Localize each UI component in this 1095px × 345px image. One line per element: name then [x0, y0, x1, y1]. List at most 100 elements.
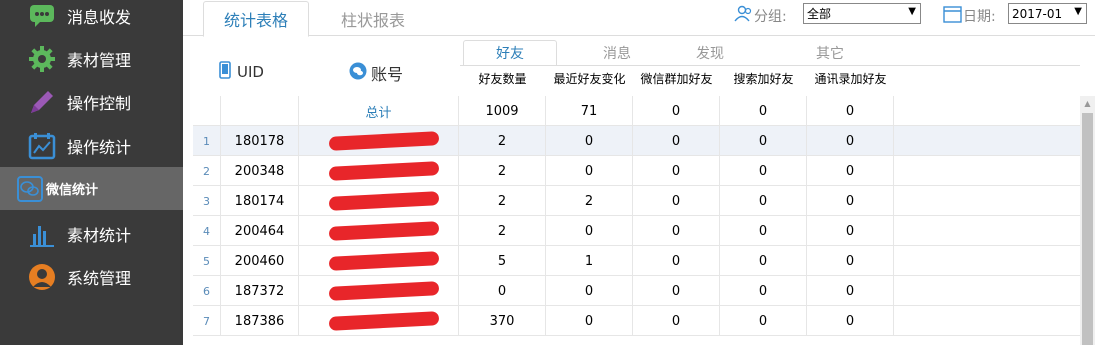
cell: 0 [633, 96, 720, 126]
subtab-discover[interactable]: 发现 [663, 40, 757, 66]
cell: 0 [807, 216, 894, 246]
wechat-icon [349, 62, 367, 84]
cell: 2 [459, 216, 546, 246]
row-uid: 200460 [221, 246, 299, 276]
column-header-contacts-add: 通讯录加好友 [814, 72, 887, 86]
chevron-down-icon: ▼ [1074, 6, 1082, 17]
date-select[interactable]: 2017-01 ▼ [1008, 3, 1087, 24]
table-row[interactable]: 1 180178 2 0 0 0 0 [193, 126, 1080, 156]
table-row[interactable]: 2 200348 2 0 0 0 0 [193, 156, 1080, 186]
subtab-other[interactable]: 其它 [783, 40, 877, 66]
row-index: 7 [193, 306, 221, 336]
scroll-up-arrow-icon[interactable]: ▲ [1080, 96, 1095, 111]
sidebar-item-messages[interactable]: 消息收发 [0, 0, 183, 37]
tab-bar-report[interactable]: 柱状报表 [323, 1, 423, 37]
group-label-text: 分组: [754, 9, 787, 25]
account-header: 账号 [349, 61, 403, 85]
row-account-redacted[interactable] [299, 156, 459, 186]
sidebar-item-label: 操作统计 [67, 137, 132, 157]
row-uid: 200348 [221, 156, 299, 186]
cell: 2 [546, 186, 633, 216]
row-account-redacted[interactable] [299, 186, 459, 216]
phone-icon [219, 61, 231, 83]
cell: 0 [720, 156, 807, 186]
redaction-mark [328, 311, 440, 331]
group-select-value: 全部 [807, 7, 832, 21]
cell: 0 [807, 306, 894, 336]
redaction-mark [328, 161, 440, 181]
group-filter-label: 分组: [734, 5, 787, 27]
cell: 5 [459, 246, 546, 276]
row-uid: 180174 [221, 186, 299, 216]
row-index: 3 [193, 186, 221, 216]
row-account-redacted[interactable] [299, 276, 459, 306]
uid-header: UID [219, 61, 264, 83]
cell: 0 [807, 126, 894, 156]
column-header-recent-change: 最近好友变化 [553, 72, 626, 86]
cell: 0 [633, 126, 720, 156]
cell: 0 [720, 306, 807, 336]
redaction-mark [328, 281, 440, 301]
scrollbar-thumb[interactable] [1082, 113, 1093, 345]
calendar-chart-icon [28, 132, 56, 160]
cell: 0 [633, 246, 720, 276]
cell: 0 [720, 96, 807, 126]
cell: 1 [546, 246, 633, 276]
sidebar: 消息收发 素材管理 操作控制 操作统计 微信统计 素材统计 系统管理 [0, 0, 183, 345]
row-uid: 200464 [221, 216, 299, 246]
sidebar-item-label: 素材管理 [67, 50, 132, 70]
row-account-redacted[interactable] [299, 216, 459, 246]
row-index: 2 [193, 156, 221, 186]
tab-stats-table[interactable]: 统计表格 [203, 1, 309, 37]
table-header: UID 账号 好友 消息 发现 其它 好友数量 最近好友变化 微信群加好友 搜索… [193, 37, 1080, 97]
row-account-redacted[interactable] [299, 126, 459, 156]
cell: 0 [546, 126, 633, 156]
cell: 71 [546, 96, 633, 126]
account-header-label: 账号 [371, 65, 404, 84]
table-row[interactable]: 5 200460 5 1 0 0 0 [193, 246, 1080, 276]
redaction-mark [328, 191, 440, 211]
sidebar-item-operation-stats[interactable]: 操作统计 [0, 124, 183, 167]
sidebar-item-operation-control[interactable]: 操作控制 [0, 80, 183, 123]
vertical-scrollbar[interactable]: ▲ [1080, 96, 1095, 345]
table-row[interactable]: 4 200464 2 0 0 0 0 [193, 216, 1080, 246]
cell: 0 [546, 276, 633, 306]
row-index [193, 96, 221, 126]
cell: 2 [459, 126, 546, 156]
cell: 0 [720, 276, 807, 306]
subtab-friends[interactable]: 好友 [463, 40, 557, 66]
date-label-text: 日期: [963, 9, 996, 25]
cell: 0 [720, 246, 807, 276]
cell: 0 [807, 246, 894, 276]
table-row[interactable]: 7 187386 370 0 0 0 0 [193, 306, 1080, 336]
cell: 0 [807, 156, 894, 186]
row-account-redacted[interactable] [299, 246, 459, 276]
date-select-value: 2017-01 [1012, 6, 1063, 21]
total-label: 总计 [299, 96, 459, 126]
cell: 0 [807, 186, 894, 216]
sidebar-item-system[interactable]: 系统管理 [0, 255, 183, 298]
row-index: 1 [193, 126, 221, 156]
wechat-icon [16, 175, 44, 203]
subtab-messages[interactable]: 消息 [570, 40, 664, 66]
table-row-total: 总计 1009 71 0 0 0 [193, 96, 1080, 126]
sidebar-item-wechat-stats[interactable]: 微信统计 [0, 167, 183, 210]
table-row[interactable]: 6 187372 0 0 0 0 0 [193, 276, 1080, 306]
table-row[interactable]: 3 180174 2 2 0 0 0 [193, 186, 1080, 216]
sidebar-item-materials[interactable]: 素材管理 [0, 37, 183, 80]
sidebar-item-material-stats[interactable]: 素材统计 [0, 212, 183, 255]
chevron-down-icon: ▼ [908, 6, 916, 17]
pencil-icon [28, 88, 56, 116]
cell: 0 [720, 186, 807, 216]
redaction-mark [328, 251, 440, 271]
cell: 0 [546, 306, 633, 336]
sidebar-item-label: 系统管理 [67, 268, 132, 288]
calendar-icon [943, 5, 963, 27]
cell: 0 [720, 216, 807, 246]
redaction-mark [328, 221, 440, 241]
group-select[interactable]: 全部 ▼ [803, 3, 921, 24]
group-icon [734, 5, 754, 27]
redaction-mark [328, 131, 440, 151]
cell: 0 [459, 276, 546, 306]
row-account-redacted[interactable] [299, 306, 459, 336]
